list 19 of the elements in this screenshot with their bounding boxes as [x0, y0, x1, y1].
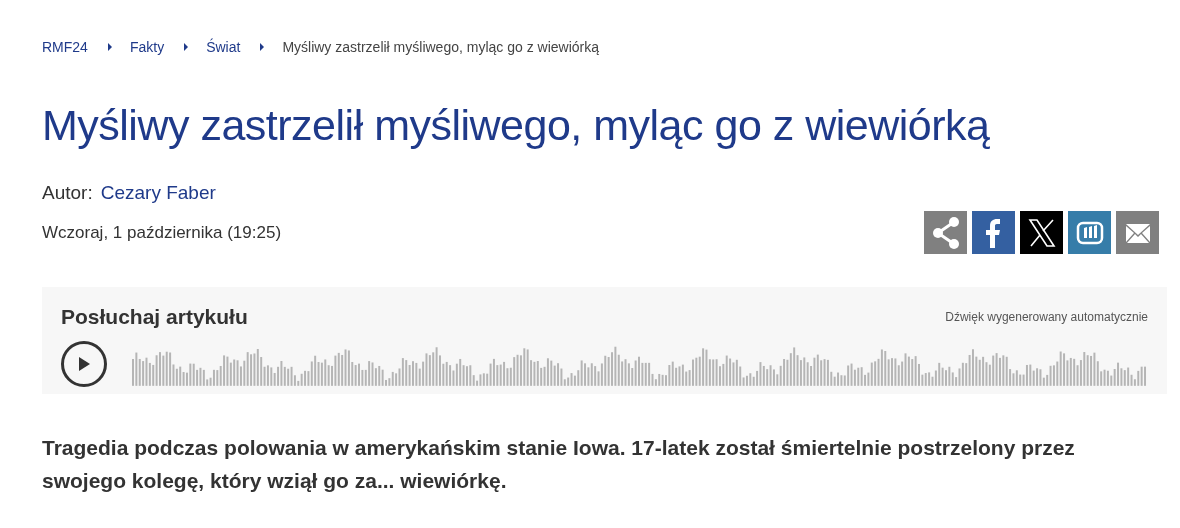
author-label: Autor: — [42, 180, 93, 205]
play-icon — [76, 355, 92, 372]
breadcrumb-link[interactable]: Świat — [206, 36, 241, 58]
player-title: Posłuchaj artykułu — [61, 304, 248, 330]
share-button[interactable] — [972, 211, 1015, 254]
email-button[interactable] — [1116, 211, 1159, 254]
article-title: Myśliwy zastrzelił myśliwego, myląc go z wiewiórką — [42, 100, 991, 151]
chevron-icon — [107, 43, 112, 51]
play-button[interactable] — [61, 340, 107, 387]
author-link[interactable]: Cezary Faber — [100, 178, 216, 208]
article-lead: Tragedia podczas polowania w amerykańskim stanie Iowa. 17-latek został śmiertelnie postrzelony przez swojego kolegę, który wziął go za... wiewiórkę. — [42, 435, 1076, 494]
breadcrumb-link[interactable]: RMF24 — [42, 36, 88, 58]
chevron-icon — [260, 43, 265, 51]
chevron-icon — [184, 43, 189, 51]
breadcrumb-link[interactable]: Fakty — [129, 36, 165, 58]
auto-generated-note: Dźwięk wygenerowany automatycznie — [945, 308, 1148, 326]
breadcrumb-current: Myśliwy zastrzelił myśliwego, myląc go z wiewiórką — [282, 37, 599, 57]
share-button[interactable] — [1020, 211, 1063, 254]
publish-date: Wczoraj, 1 października (19:25) — [42, 222, 282, 244]
